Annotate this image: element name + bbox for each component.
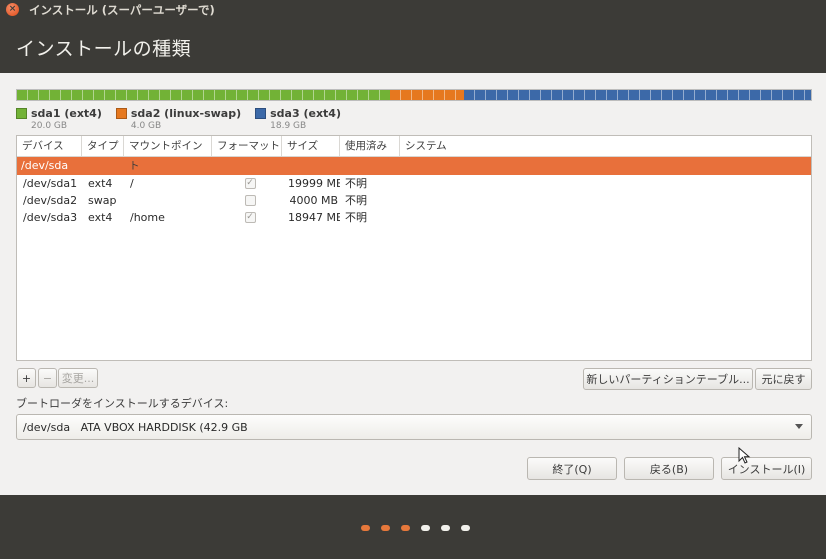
column-header-size[interactable]: サイズ: [282, 136, 340, 156]
system-cell: [400, 175, 406, 192]
device-cell: /dev/sda1: [23, 177, 78, 190]
format-cell: ✓: [212, 209, 282, 226]
legend-size: 18.9 GB: [270, 121, 307, 131]
legend-item: sda3 (ext4) 18.9 GB: [255, 107, 341, 131]
mount-cell: [124, 192, 212, 209]
partition-segment: [464, 90, 811, 100]
remove-partition-button[interactable]: −: [38, 368, 57, 388]
legend-name: sda3 (ext4): [270, 107, 341, 120]
size-cell: 19999 MB: [288, 177, 340, 190]
main-panel: sda1 (ext4) 20.0 GB sda2 (linux-swap) 4.…: [0, 73, 826, 495]
legend-swatch-sda2: [115, 108, 127, 119]
window-titlebar: × インストール (スーパーユーザーで): [0, 0, 826, 19]
column-header-type[interactable]: タイプ: [82, 136, 124, 156]
legend-size: 4.0 GB: [130, 121, 162, 131]
partition-segment: [390, 90, 464, 100]
type-cell: swap: [88, 194, 117, 207]
progress-dot: [421, 525, 430, 531]
revert-button[interactable]: 元に戻す: [755, 368, 812, 390]
back-button[interactable]: 戻る(B): [624, 457, 714, 480]
progress-dot: [441, 525, 450, 531]
table-header: デバイス タイプ マウントポイント フォーマット サイズ 使用済み システム: [17, 136, 811, 172]
legend-name: sda1 (ext4): [31, 107, 102, 120]
partition-segment: [17, 90, 391, 100]
partition-bar: [16, 89, 812, 101]
device-cell: /dev/sda: [21, 159, 69, 172]
system-cell: [400, 209, 406, 226]
progress-dot: [361, 525, 370, 531]
chevron-down-icon: [795, 424, 803, 429]
format-checkbox[interactable]: ✓: [244, 212, 256, 223]
column-header-device[interactable]: デバイス: [17, 136, 82, 156]
column-header-mount[interactable]: マウントポイント: [124, 136, 212, 172]
format-checkbox[interactable]: ✓: [244, 178, 256, 189]
legend-item: sda2 (linux-swap) 4.0 GB: [115, 107, 242, 131]
bootloader-device-value: /dev/sda ATA VBOX HARDDISK (42.9 GB: [23, 420, 248, 434]
format-cell: ✓: [212, 175, 282, 192]
quit-button[interactable]: 終了(Q): [527, 457, 617, 480]
table-row[interactable]: /dev/sda2 swap 4000 MB 不明: [17, 192, 811, 209]
legend-swatch-sda3: [255, 108, 267, 119]
legend-item: sda1 (ext4) 20.0 GB: [16, 107, 102, 131]
used-cell: 不明: [345, 211, 367, 224]
mount-cell: /home: [130, 211, 165, 224]
type-cell: ext4: [88, 177, 113, 190]
legend-swatch-sda1: [16, 108, 27, 119]
progress-dot: [401, 525, 410, 531]
legend-name: sda2 (linux-swap): [130, 107, 242, 120]
used-cell: 不明: [345, 194, 367, 207]
mount-cell: /: [130, 177, 134, 190]
format-cell: [212, 192, 282, 209]
new-partition-table-button[interactable]: 新しいパーティションテーブル...: [583, 368, 753, 390]
progress-indicator: [361, 525, 481, 531]
table-row[interactable]: /dev/sda1 ext4 / ✓ 19999 MB 不明: [17, 175, 811, 192]
progress-dot: [381, 525, 390, 531]
system-cell: [400, 192, 406, 209]
change-partition-button[interactable]: 変更...: [58, 368, 98, 388]
page-header: インストールの種類: [0, 19, 826, 73]
window-title: インストール (スーパーユーザーで): [29, 2, 215, 17]
footer: [0, 495, 826, 559]
column-header-used[interactable]: 使用済み: [340, 136, 400, 156]
close-icon[interactable]: ×: [6, 3, 19, 16]
partition-table: デバイス タイプ マウントポイント フォーマット サイズ 使用済み システム /…: [16, 135, 812, 361]
legend-size: 20.0 GB: [31, 121, 68, 131]
size-cell: 18947 MB: [288, 211, 340, 224]
mouse-pointer-icon: [738, 447, 751, 464]
partition-legend: sda1 (ext4) 20.0 GB sda2 (linux-swap) 4.…: [16, 107, 355, 131]
device-cell: /dev/sda3: [23, 211, 78, 224]
type-cell: ext4: [88, 211, 113, 224]
bootloader-label: ブートローダをインストールするデバイス:: [16, 397, 229, 410]
size-cell: 4000 MB: [289, 194, 338, 207]
used-cell: 不明: [345, 177, 367, 190]
install-button[interactable]: インストール(I): [721, 457, 812, 480]
column-header-system[interactable]: システム: [400, 136, 811, 156]
page-title: インストールの種類: [16, 38, 192, 60]
table-row[interactable]: /dev/sda3 ext4 /home ✓ 18947 MB 不明: [17, 209, 811, 226]
column-header-format[interactable]: フォーマット: [212, 136, 282, 156]
add-partition-button[interactable]: +: [17, 368, 36, 388]
format-checkbox[interactable]: [244, 195, 256, 206]
progress-dot: [461, 525, 470, 531]
device-cell: /dev/sda2: [23, 194, 78, 207]
bootloader-device-select[interactable]: /dev/sda ATA VBOX HARDDISK (42.9 GB: [16, 414, 812, 440]
